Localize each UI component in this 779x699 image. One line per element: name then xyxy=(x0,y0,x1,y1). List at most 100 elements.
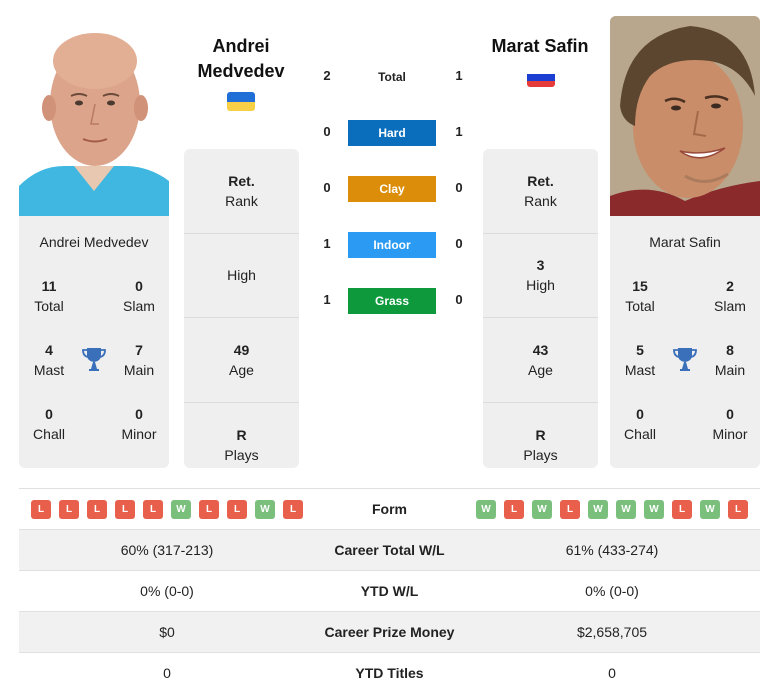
titles-main-left: 7 Main xyxy=(109,340,169,380)
form-loss-badge[interactable]: L xyxy=(31,499,51,519)
trophy-icon xyxy=(673,348,697,371)
titles-total-right: 15 Total xyxy=(610,276,670,316)
age-value: 43 xyxy=(532,341,549,358)
age-value: 49 xyxy=(233,341,250,358)
form-loss-badge[interactable]: L xyxy=(227,499,247,519)
h2h-total-label: Total xyxy=(378,70,406,84)
titles-total-value: 15 xyxy=(632,278,648,294)
form-left-cell: LLLLLWLLWL xyxy=(19,499,315,519)
form-right-cell: WLWLWWWLWL xyxy=(464,499,760,519)
ytd-wl-label: YTD W/L xyxy=(360,583,419,599)
titles-masters-left: 4 Mast xyxy=(19,340,79,380)
form-loss-badge[interactable]: L xyxy=(672,499,692,519)
form-loss-badge[interactable]: L xyxy=(728,499,748,519)
titles-minor-value: 0 xyxy=(726,406,734,422)
form-win-badge[interactable]: W xyxy=(644,499,664,519)
titles-masters-value: 5 xyxy=(636,342,644,358)
player-photo-andrei-medvedev xyxy=(19,16,169,216)
form-win-badge[interactable]: W xyxy=(588,499,608,519)
titles-minor-value: 0 xyxy=(135,406,143,422)
age-cell: 49 Age xyxy=(184,318,299,403)
titles-total-left: 11 Total xyxy=(19,276,79,316)
table-row: 0% (0-0) YTD W/L 0% (0-0) xyxy=(19,570,760,611)
h2h-left-value: 0 xyxy=(323,124,331,139)
surface-badge-clay[interactable]: Clay xyxy=(348,176,436,202)
player-name-left[interactable]: Andrei Medvedev xyxy=(19,234,169,250)
russia-flag-icon xyxy=(527,68,555,87)
table-row: 60% (317-213) Career Total W/L 61% (433-… xyxy=(19,529,760,570)
surface-badge-hard[interactable]: Hard xyxy=(348,120,436,146)
form-label: Form xyxy=(372,501,407,517)
form-loss-badge[interactable]: L xyxy=(143,499,163,519)
player-photo-left[interactable] xyxy=(19,16,169,216)
titles-masters-label: Mast xyxy=(33,362,65,378)
player-photo-marat-safin xyxy=(610,16,760,216)
titles-challenger-value: 0 xyxy=(636,406,644,422)
h2h-row-total: 2 Total 1 xyxy=(310,64,470,90)
form-win-badge[interactable]: W xyxy=(532,499,552,519)
rank-value: Ret. xyxy=(527,172,554,189)
form-loss-badge[interactable]: L xyxy=(87,499,107,519)
form-loss-badge[interactable]: L xyxy=(560,499,580,519)
plays-value: R xyxy=(236,426,247,443)
titles-challenger-left: 0 Chall xyxy=(19,404,79,444)
player-photo-right[interactable] xyxy=(610,16,760,216)
form-loss-badge[interactable]: L xyxy=(59,499,79,519)
rank-label: Rank xyxy=(225,192,258,209)
career-wl-left: 60% (317-213) xyxy=(120,542,214,558)
h2h-row-clay: 0 Clay 0 xyxy=(310,176,470,202)
rank-label: Rank xyxy=(524,192,557,209)
form-win-badge[interactable]: W xyxy=(616,499,636,519)
form-win-badge[interactable]: W xyxy=(171,499,191,519)
plays-cell: R Plays xyxy=(483,403,598,488)
titles-main-right: 8 Main xyxy=(700,340,760,380)
player-heading-left[interactable]: Andrei Medvedev xyxy=(184,34,298,84)
h2h-left-value: 2 xyxy=(323,68,331,83)
titles-slam-value: 0 xyxy=(135,278,143,294)
form-win-badge[interactable]: W xyxy=(476,499,496,519)
titles-masters-value: 4 xyxy=(45,342,53,358)
titles-challenger-label: Chall xyxy=(624,426,656,442)
titles-total-label: Total xyxy=(34,298,64,314)
titles-main-value: 8 xyxy=(726,342,734,358)
titles-minor-label: Minor xyxy=(712,426,748,442)
titles-challenger-value: 0 xyxy=(45,406,53,422)
form-badges-right: WLWLWWWLWL xyxy=(464,499,760,519)
h2h-right-value: 1 xyxy=(455,124,463,139)
form-loss-badge[interactable]: L xyxy=(115,499,135,519)
titles-main-label: Main xyxy=(714,362,746,378)
form-loss-badge[interactable]: L xyxy=(504,499,524,519)
titles-minor-right: 0 Minor xyxy=(700,404,760,444)
form-win-badge[interactable]: W xyxy=(255,499,275,519)
prize-money-right: $2,658,705 xyxy=(576,624,648,640)
age-cell: 43 Age xyxy=(483,318,598,403)
form-loss-badge[interactable]: L xyxy=(283,499,303,519)
rank-value: Ret. xyxy=(228,172,255,189)
ytd-titles-label: YTD Titles xyxy=(355,665,424,681)
trophy-icon xyxy=(82,348,106,371)
form-loss-badge[interactable]: L xyxy=(199,499,219,519)
surface-badge-grass[interactable]: Grass xyxy=(348,288,436,314)
plays-cell: R Plays xyxy=(184,403,299,488)
titles-minor-left: 0 Minor xyxy=(109,404,169,444)
surface-badge-indoor[interactable]: Indoor xyxy=(348,232,436,258)
comparison-table: LLLLLWLLWL Form WLWLWWWLWL 60% (317-213)… xyxy=(19,488,760,693)
career-wl-right: 61% (433-274) xyxy=(565,542,659,558)
titles-slam-label: Slam xyxy=(714,298,746,314)
player-first-name-left: Andrei xyxy=(212,36,270,56)
player-name-right[interactable]: Marat Safin xyxy=(610,234,760,250)
h2h-row-hard: 0 Hard 1 xyxy=(310,120,470,146)
form-win-badge[interactable]: W xyxy=(700,499,720,519)
high-rank-label: High xyxy=(227,267,256,284)
titles-challenger-label: Chall xyxy=(33,426,65,442)
rank-cell: Ret. Rank xyxy=(184,149,299,234)
h2h-left-value: 0 xyxy=(323,180,331,195)
titles-masters-label: Mast xyxy=(624,362,656,378)
player-heading-right[interactable]: Marat Safin xyxy=(470,34,610,59)
prize-money-label: Career Prize Money xyxy=(324,624,455,640)
rank-cell: Ret. Rank xyxy=(483,149,598,234)
high-rank-cell: 3 High xyxy=(483,234,598,318)
high-rank-value: 3 xyxy=(536,257,545,274)
h2h-row-indoor: 1 Indoor 0 xyxy=(310,232,470,258)
ukraine-flag-icon xyxy=(227,92,255,111)
